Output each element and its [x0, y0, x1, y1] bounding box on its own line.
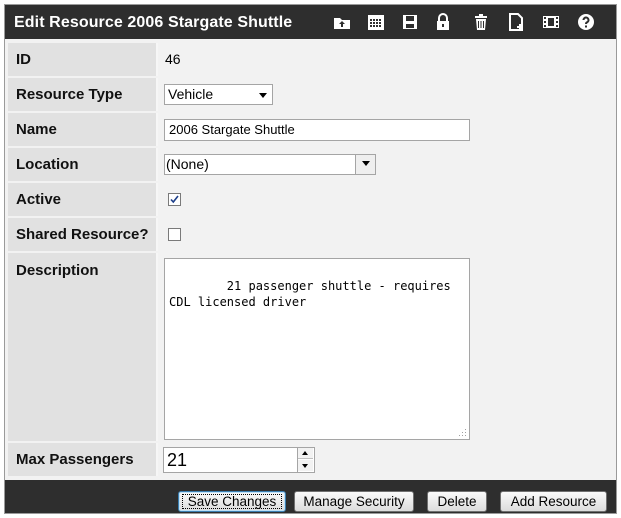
- calendar-icon[interactable]: [366, 12, 386, 32]
- lock-icon[interactable]: [433, 12, 453, 32]
- add-resource-button[interactable]: Add Resource: [500, 491, 607, 512]
- resource-type-value: Vehicle: [168, 86, 214, 102]
- panel-header: Edit Resource 2006 Stargate Shuttle: [5, 5, 616, 39]
- description-label: Description: [8, 253, 158, 441]
- description-text: 21 passenger shuttle - requires CDL lice…: [169, 279, 458, 309]
- delete-button[interactable]: Delete: [427, 491, 487, 512]
- manage-security-button[interactable]: Manage Security: [294, 491, 414, 512]
- film-icon[interactable]: [541, 12, 561, 32]
- page-title: Edit Resource 2006 Stargate Shuttle: [14, 14, 293, 31]
- chevron-down-icon: [259, 93, 267, 98]
- id-label: ID: [8, 43, 158, 76]
- checkmark-icon: [170, 195, 179, 204]
- resize-grip-icon[interactable]: [459, 429, 467, 437]
- chevron-down-icon: [362, 161, 370, 166]
- row-resource-type: Resource Type Vehicle: [8, 78, 612, 111]
- location-dropdown-button[interactable]: [355, 155, 375, 174]
- row-name: Name 2006 Stargate Shuttle: [8, 113, 612, 146]
- arrow-up-icon: [302, 451, 308, 455]
- shared-resource-checkbox[interactable]: [168, 228, 181, 241]
- upload-folder-icon[interactable]: [332, 12, 352, 32]
- location-value: (None): [166, 156, 209, 172]
- resource-type-select[interactable]: Vehicle: [164, 84, 273, 105]
- focus-ring: [182, 494, 282, 509]
- row-id: ID 46: [8, 43, 612, 76]
- active-label: Active: [8, 183, 158, 216]
- location-select[interactable]: (None): [164, 154, 376, 175]
- max-passengers-label: Max Passengers: [8, 443, 158, 476]
- edit-resource-panel: Edit Resource 2006 Stargate Shuttle ID 4…: [4, 4, 617, 514]
- stepper-buttons: [297, 448, 314, 472]
- row-max-passengers: Max Passengers 21: [8, 443, 612, 476]
- row-shared-resource: Shared Resource?: [8, 218, 612, 251]
- shared-resource-label: Shared Resource?: [8, 218, 158, 251]
- new-document-icon[interactable]: [506, 12, 526, 32]
- max-passengers-stepper[interactable]: 21: [163, 447, 315, 473]
- footer-bar: Save Changes Manage Security Delete Add …: [5, 480, 616, 513]
- active-checkbox[interactable]: [168, 193, 181, 206]
- trash-icon[interactable]: [471, 12, 491, 32]
- row-active: Active: [8, 183, 612, 216]
- name-label: Name: [8, 113, 158, 146]
- increment-button[interactable]: [298, 448, 313, 459]
- arrow-down-icon: [302, 464, 308, 468]
- save-icon[interactable]: [400, 12, 420, 32]
- save-changes-button[interactable]: Save Changes: [178, 491, 286, 512]
- resource-type-label: Resource Type: [8, 78, 158, 111]
- description-textarea[interactable]: 21 passenger shuttle - requires CDL lice…: [164, 258, 470, 440]
- location-label: Location: [8, 148, 158, 181]
- id-value: 46: [165, 51, 181, 67]
- help-icon[interactable]: [576, 12, 596, 32]
- row-location: Location (None): [8, 148, 612, 181]
- row-description: Description 21 passenger shuttle - requi…: [8, 253, 612, 441]
- max-passengers-value: 21: [167, 450, 188, 470]
- name-input[interactable]: 2006 Stargate Shuttle: [164, 119, 470, 141]
- decrement-button[interactable]: [298, 460, 313, 471]
